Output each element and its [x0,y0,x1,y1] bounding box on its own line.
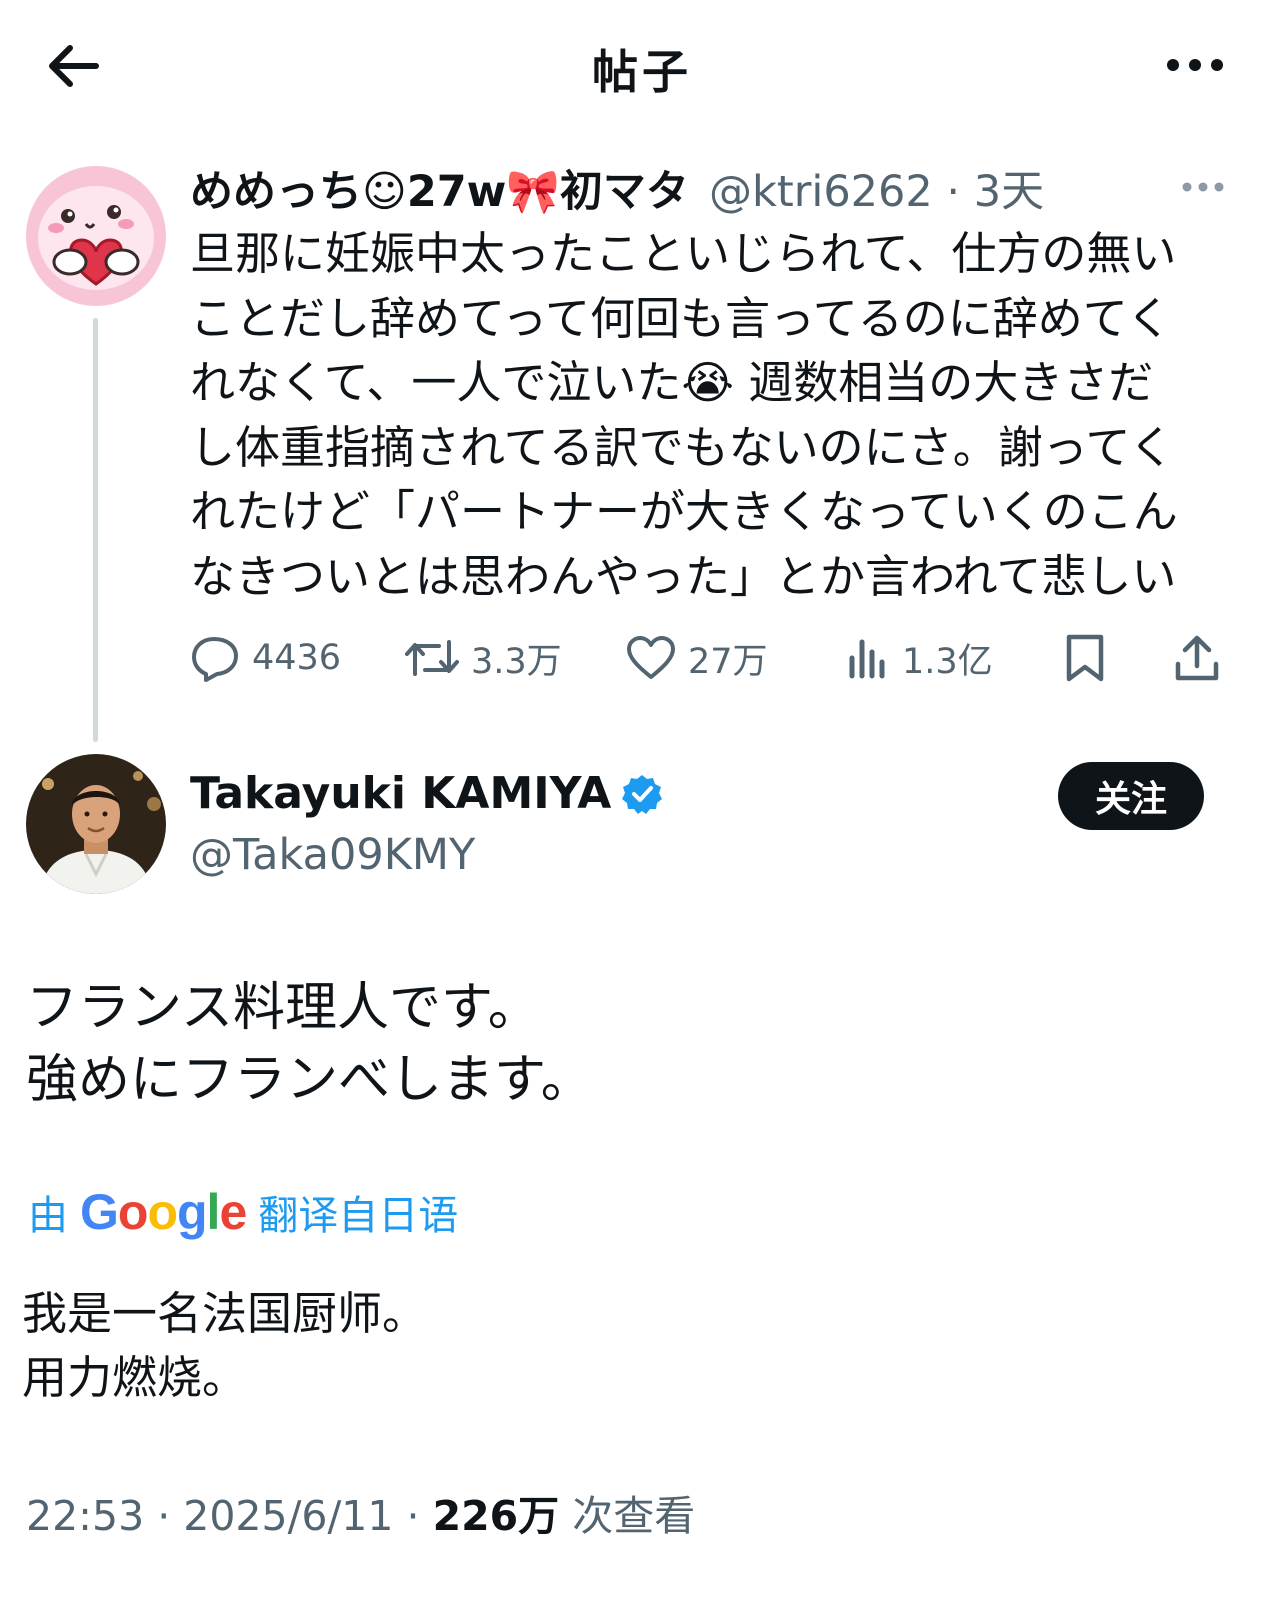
main-display-name[interactable]: Takayuki KAMIYA [190,768,611,819]
main-text-line: 強めにフランべします。 [26,1050,593,1110]
follow-button[interactable]: 关注 [1058,762,1204,830]
google-logo: Google [80,1184,247,1240]
translate-attribution[interactable]: 由 Google 翻译自日语 [28,1180,458,1244]
main-tweet-text: フランス料理人です。 強めにフランべします。 [26,972,593,1116]
bookmark-icon [1066,634,1104,682]
avatar-parent[interactable] [26,166,166,306]
translate-suffix: 翻译自日语 [258,1193,459,1239]
repost-button[interactable]: 3.3万 [405,628,562,688]
share-button[interactable] [1174,628,1220,688]
top-bar: 帖子 [0,0,1284,130]
reply-count: 4436 [252,638,342,678]
parent-text-line: し体重指摘されてる訳でもないのにさ。謝ってく [190,420,1175,474]
like-button[interactable]: 27万 [626,628,768,688]
verified-badge-icon [622,774,663,814]
pink-character-avatar-icon [26,166,166,306]
heart-icon [627,636,675,679]
reply-button[interactable]: 4436 [190,628,341,688]
translated-line: 我是一名法国厨师。 [22,1287,428,1340]
parent-tweet-text: 旦那に妊娠中太ったこといじられて、仕方の無い ことだし辞めてって何回も言ってるの… [190,222,1230,609]
avatar-main[interactable] [26,754,166,894]
tweet-meta: 22:53 · 2025/6/11 · 226万 次查看 [26,1482,695,1542]
repost-count: 3.3万 [471,641,562,682]
main-display-name-row: Takayuki KAMIYA [190,768,663,819]
chef-photo-avatar-icon [26,754,166,894]
page-title: 帖子 [592,45,692,99]
views-button[interactable]: 1.3亿 [846,628,993,688]
reply-bubble-icon [192,637,238,682]
parent-text-line: れなくて、一人で泣いた😭 週数相当の大きさだ [190,356,1154,409]
parent-handle-time[interactable]: @ktri6262 · 3天 [709,157,1044,219]
more-options-button[interactable] [1160,40,1230,90]
share-upload-icon [1175,635,1219,681]
tweet-timestamp[interactable]: 22:53 · 2025/6/11 · [26,1492,433,1540]
parent-text-line: れたけど「パートナーが大きくなっていくのこん [190,485,1178,538]
translated-text: 我是一名法国厨师。 用力燃烧。 [22,1282,427,1410]
bookmark-button[interactable] [1064,628,1106,688]
parent-action-bar: 4436 3.3万 27万 1.3亿 [190,628,1230,688]
views-count: 1.3亿 [902,641,993,682]
main-text-line: フランス料理人です。 [26,978,540,1038]
bar-chart-views-icon [849,639,885,679]
parent-display-name[interactable]: めめっち☺27w🎀初マタ [190,157,689,219]
tweet-view-count: 226万 [432,1492,560,1540]
parent-text-line: なきついとは思わんやった」とか言われて悲しい [190,549,1177,603]
repost-icon [405,640,459,676]
translate-prefix: 由 [28,1193,68,1239]
parent-text-line: ことだし辞めてって何回も言ってるのに辞めてく [190,291,1172,345]
parent-tweet-header: めめっち☺27w🎀初マタ @ktri6262 · 3天 [190,157,1044,219]
thread-connector-line [93,318,98,742]
like-count: 27万 [688,641,768,682]
translated-line: 用力燃烧。 [22,1351,248,1404]
parent-text-line: 旦那に妊娠中太ったこといじられて、仕方の無い [190,227,1177,280]
main-handle[interactable]: @Taka09KMY [190,830,475,880]
more-horizontal-icon [1167,59,1223,71]
parent-more-button[interactable] [1178,172,1228,202]
more-horizontal-icon [1182,182,1224,192]
tweet-view-label: 次查看 [559,1492,696,1540]
